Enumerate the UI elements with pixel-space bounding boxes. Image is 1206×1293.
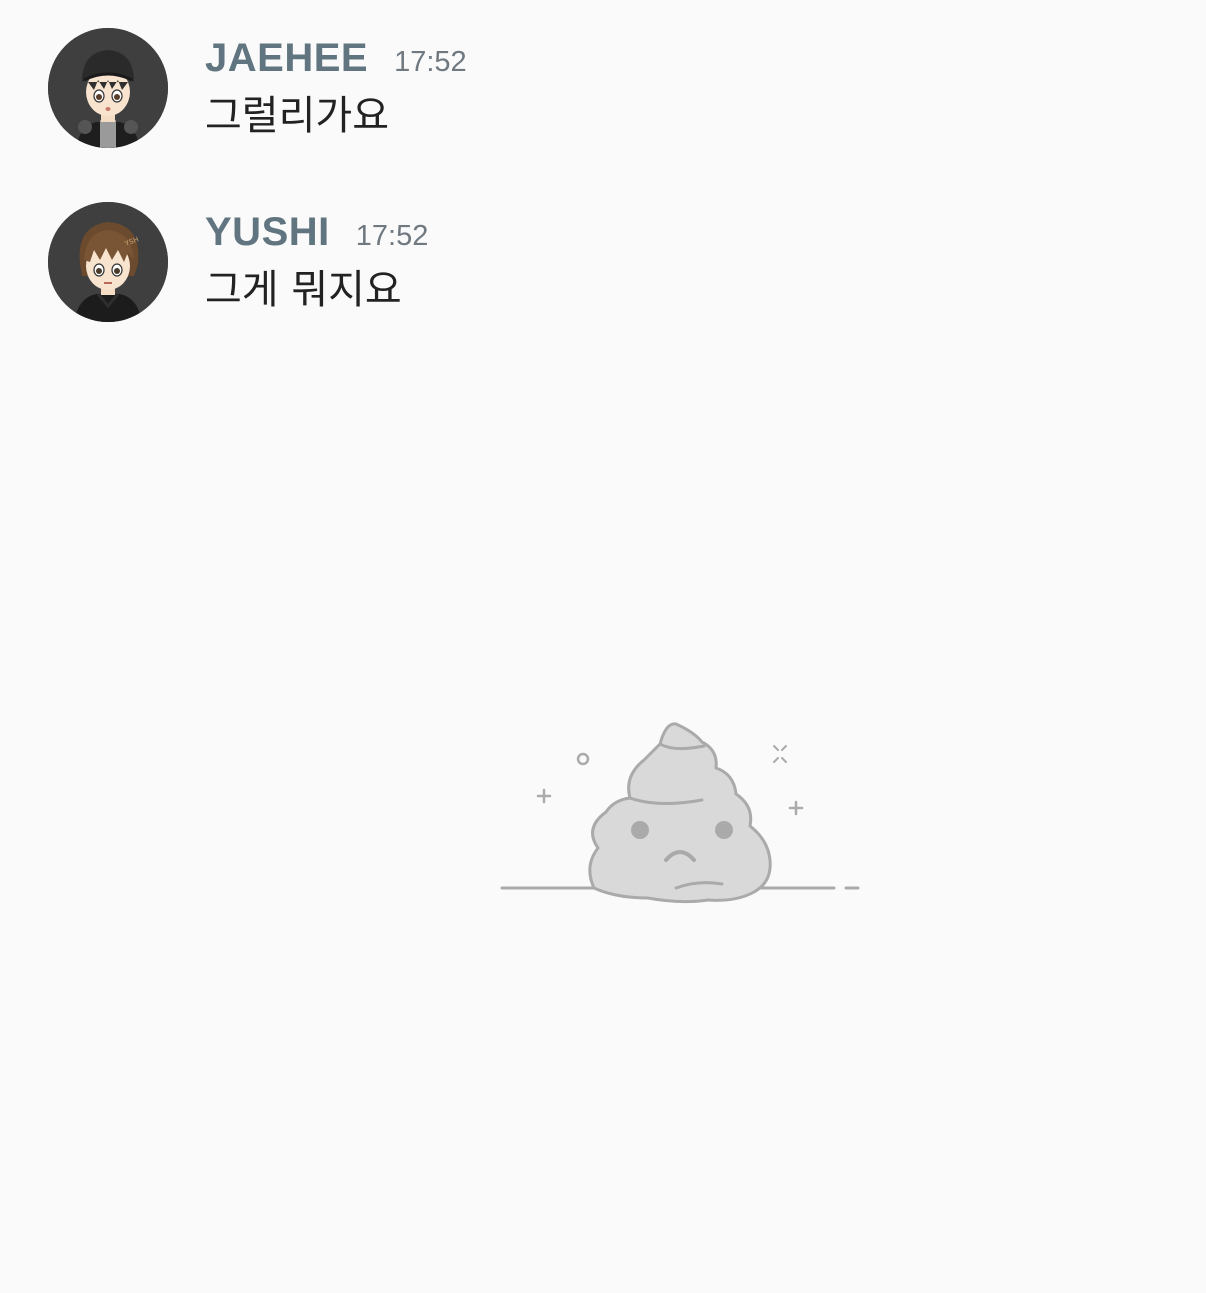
cartoon-boy-brown-hair-avatar-icon: YSH bbox=[48, 202, 168, 322]
timestamp: 17:52 bbox=[394, 46, 467, 78]
sad-poop-icon bbox=[500, 722, 860, 904]
message-header: YUSHI 17:52 bbox=[205, 210, 428, 255]
message-header: JAEHEE 17:52 bbox=[205, 36, 467, 81]
message-text: 그럴리가요 bbox=[205, 93, 389, 139]
empty-state-illustration bbox=[498, 716, 864, 912]
username[interactable]: JAEHEE bbox=[205, 36, 368, 81]
chat-page: JAEHEE 17:52 그럴리가요 YSH YUSHI 17:52 그게 뭐지… bbox=[0, 0, 1206, 1293]
chat-message: JAEHEE 17:52 그럴리가요 bbox=[48, 28, 1148, 158]
message-body: JAEHEE 17:52 그럴리가요 bbox=[205, 36, 467, 141]
message-body: YUSHI 17:52 그게 뭐지요 bbox=[205, 210, 428, 315]
timestamp: 17:52 bbox=[355, 220, 429, 252]
username[interactable]: YUSHI bbox=[205, 210, 330, 255]
chat-message: YSH YUSHI 17:52 그게 뭐지요 bbox=[48, 202, 1148, 332]
avatar[interactable]: YSH bbox=[48, 202, 168, 322]
avatar[interactable] bbox=[48, 28, 168, 148]
cartoon-boy-with-cap-avatar-icon bbox=[48, 28, 168, 148]
message-text: 그게 뭐지요 bbox=[205, 267, 402, 313]
